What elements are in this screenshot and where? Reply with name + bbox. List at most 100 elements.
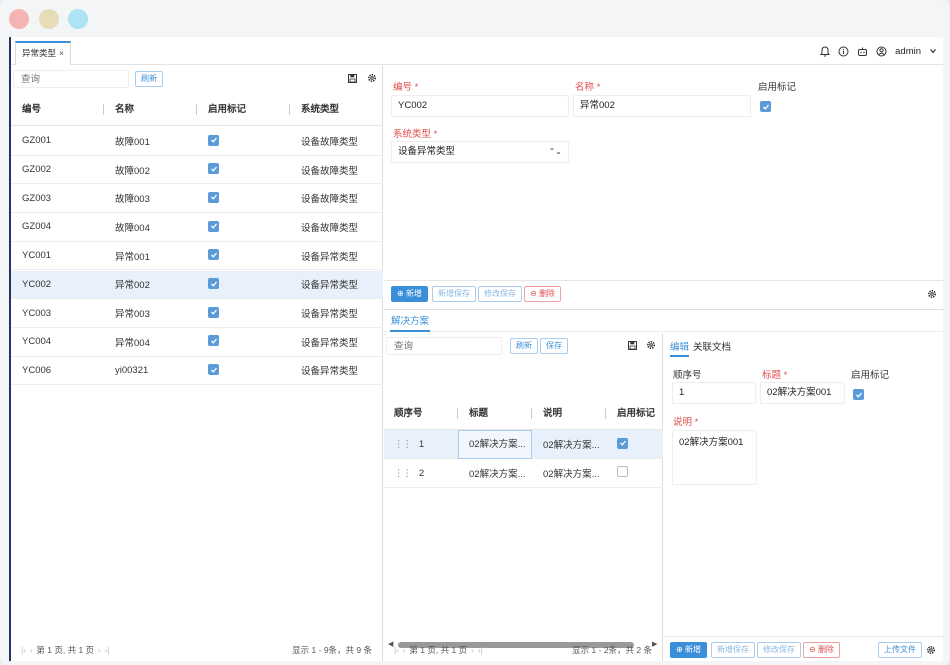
delete-button[interactable]: ⊖ 删除 [803, 642, 840, 658]
bell-icon[interactable] [820, 45, 831, 57]
gear-icon[interactable] [926, 645, 936, 655]
first-page-icon[interactable]: |‹ [21, 646, 26, 655]
exception-type-list: 刷新 编号 名称 启用标记 系统类型 GZ001故障001设备故障类型GZ002… [11, 66, 383, 661]
table-row[interactable]: GZ003 故障003 设备故障类型 [11, 184, 383, 214]
table-row[interactable]: YC003 异常003 设备异常类型 [11, 299, 383, 328]
next-page-icon[interactable]: › [471, 646, 474, 655]
table-row[interactable]: GZ001 故障001 设备故障类型 [11, 127, 383, 156]
info-icon[interactable] [838, 46, 849, 57]
enabled-checkbox[interactable] [208, 278, 219, 290]
save-icon[interactable] [348, 74, 357, 83]
tab-bar: 异常类型 × admin [11, 37, 943, 65]
enabled-checkbox[interactable] [208, 249, 219, 261]
maximize-window-dot[interactable] [68, 9, 88, 29]
enabled-checkbox[interactable] [208, 191, 219, 203]
system-type-value: 设备异常类型 [398, 146, 456, 157]
table-row[interactable]: YC001 异常001 设备异常类型 [11, 242, 383, 271]
cell-name: yi00321 [115, 364, 149, 376]
prev-page-icon[interactable]: ‹ [403, 646, 406, 655]
cell-title[interactable]: 02解决方案... [458, 429, 532, 459]
tab-close-icon[interactable]: × [59, 48, 64, 58]
first-page-icon[interactable]: |‹ [394, 646, 399, 655]
table-row[interactable]: YC002 异常002 设备异常类型 [11, 270, 383, 300]
column-header[interactable]: 启用标记 [606, 397, 663, 430]
table-row[interactable]: GZ004 故障004 设备故障类型 [11, 213, 383, 242]
last-page-icon[interactable]: ›| [478, 646, 483, 655]
gear-icon[interactable] [927, 289, 937, 299]
enabled-checkbox[interactable] [760, 101, 771, 112]
refresh-button[interactable]: 刷新 [135, 71, 163, 87]
table-row[interactable]: YC004 异常004 设备异常类型 [11, 328, 383, 357]
cell-type: 设备异常类型 [301, 251, 359, 263]
cell-title[interactable]: 02解决方案... [458, 466, 532, 480]
cell-name: 异常002 [115, 280, 150, 292]
edit-save-button[interactable]: 修改保存 [757, 642, 801, 658]
username-label[interactable]: admin [895, 46, 921, 57]
delete-button[interactable]: ⊖ 删除 [524, 286, 561, 302]
name-field[interactable]: 异常002 [573, 95, 751, 117]
next-page-icon[interactable]: › [98, 646, 101, 655]
last-page-icon[interactable]: ›| [105, 646, 110, 655]
cell-code: GZ001 [22, 135, 52, 147]
column-header[interactable]: 说明 [532, 397, 606, 430]
save-icon[interactable] [628, 341, 637, 350]
edit-save-button[interactable]: 修改保存 [478, 286, 522, 302]
table-row[interactable]: ⋮⋮ 1 02解决方案... 02解决方案... [384, 429, 663, 459]
system-type-select[interactable]: 设备异常类型 ⌃⌄ [391, 141, 569, 163]
add-save-button[interactable]: 新增保存 [711, 642, 755, 658]
tab-edit[interactable]: 编辑 [670, 339, 690, 357]
enabled-checkbox[interactable] [208, 134, 219, 146]
add-button[interactable]: ⊕ 新增 [391, 286, 428, 302]
code-field[interactable]: YC002 [391, 95, 569, 117]
enabled-checkbox[interactable] [208, 306, 219, 318]
solution-refresh-button[interactable]: 刷新 [510, 338, 538, 354]
table-row[interactable]: ⋮⋮ 2 02解决方案... 02解决方案... [384, 459, 663, 488]
table-header: 编号 名称 启用标记 系统类型 [11, 93, 383, 126]
solution-save-button[interactable]: 保存 [540, 338, 568, 354]
gear-icon[interactable] [367, 73, 377, 83]
robot-icon[interactable] [857, 46, 868, 57]
title-field[interactable]: 02解决方案001 [760, 382, 845, 404]
tab-related-docs[interactable]: 关联文档 [693, 339, 731, 353]
enabled-checkbox[interactable] [208, 364, 219, 376]
enabled-checkbox[interactable] [617, 437, 628, 449]
minimize-window-dot[interactable] [39, 9, 59, 29]
seq-field[interactable]: 1 [672, 382, 756, 404]
tab-solutions[interactable]: 解决方案 [390, 313, 431, 332]
gear-icon[interactable] [646, 340, 656, 350]
column-header[interactable]: 顺序号 [384, 397, 458, 430]
total-count: 显示 1 - 9条，共 9 条 [292, 645, 372, 655]
column-header[interactable]: 编号 [11, 93, 104, 126]
drag-handle-icon[interactable]: ⋮⋮ [394, 468, 412, 479]
desc-textarea[interactable]: 02解决方案001 [672, 430, 757, 485]
table-row[interactable]: GZ002 故障002 设备故障类型 [11, 156, 383, 185]
column-header[interactable]: 标题 [458, 397, 532, 430]
column-header[interactable]: 启用标记 [197, 93, 290, 126]
table-row[interactable]: YC006 yi00321 设备异常类型 [11, 357, 383, 386]
tab-exception-type[interactable]: 异常类型 × [15, 41, 71, 65]
search-input[interactable] [13, 70, 129, 88]
enabled-checkbox[interactable] [208, 335, 219, 347]
add-save-button[interactable]: 新增保存 [432, 286, 476, 302]
user-icon[interactable] [876, 46, 887, 57]
cell-desc: 02解决方案... [543, 469, 600, 480]
upload-file-button[interactable]: 上传文件 [878, 642, 922, 658]
drag-handle-icon[interactable]: ⋮⋮ [394, 439, 412, 450]
column-header[interactable]: 系统类型 [290, 93, 383, 126]
page-indicator: 第 1 页, 共 1 页 [36, 645, 95, 655]
chevron-down-icon[interactable] [929, 47, 937, 55]
enabled-checkbox[interactable] [617, 466, 628, 477]
prev-page-icon[interactable]: ‹ [30, 646, 33, 655]
solution-table-header: 顺序号 标题 说明 启用标记 [384, 397, 663, 430]
solution-search-input[interactable] [386, 337, 502, 355]
cell-seq: ⋮⋮ 1 [394, 438, 425, 450]
close-window-dot[interactable] [9, 9, 29, 29]
cell-name: 异常004 [115, 337, 150, 349]
enabled-label: 启用标记 [851, 370, 890, 381]
column-header[interactable]: 名称 [104, 93, 197, 126]
cell-type: 设备故障类型 [301, 222, 359, 234]
add-button[interactable]: ⊕ 新增 [670, 642, 707, 658]
enabled-checkbox[interactable] [853, 389, 864, 400]
enabled-checkbox[interactable] [208, 220, 219, 232]
enabled-checkbox[interactable] [208, 163, 219, 175]
